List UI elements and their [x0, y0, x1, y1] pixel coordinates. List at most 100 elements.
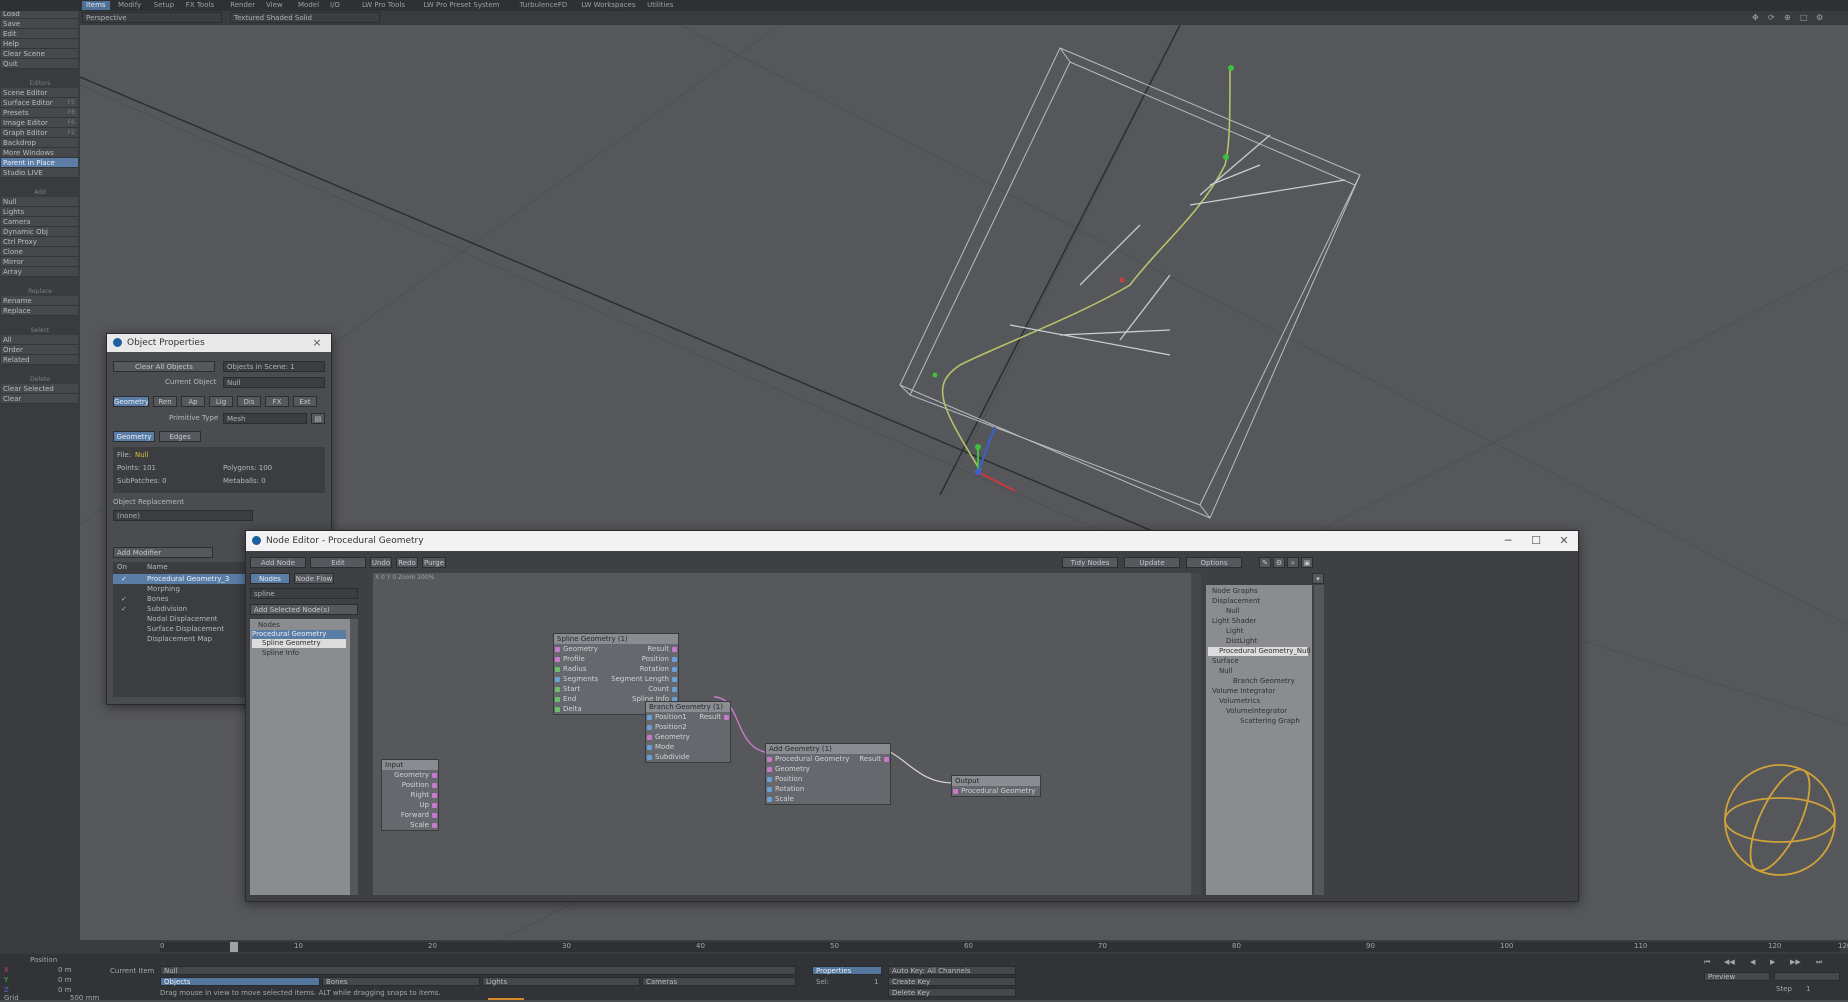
node-port-row[interactable]: Segments Segment Length [554, 674, 678, 684]
toolbar-button[interactable]: Help [1, 39, 78, 49]
node-port-row[interactable]: Geometry [766, 764, 890, 774]
node-port-row[interactable]: Up [382, 800, 438, 810]
top-tab[interactable]: Utilities [643, 1, 677, 10]
output-port[interactable] [884, 757, 889, 762]
input-port[interactable] [767, 797, 772, 802]
object-replacement-select[interactable]: (none) [113, 510, 253, 521]
graph-tree-item[interactable]: Surface [1208, 657, 1308, 666]
toolbar-button[interactable]: Clone [1, 247, 78, 257]
modifier-list[interactable]: On Name ✓ Procedural Geometry_3 Morphing ✓ B… [113, 562, 253, 697]
node-port-row[interactable]: Geometry [646, 732, 730, 742]
node-title[interactable]: Input [382, 760, 438, 770]
rotate-icon[interactable]: ⟳ [1768, 13, 1775, 22]
viewport-controls[interactable]: ✥ ⟳ ⊕ □ ⚙ [1752, 13, 1842, 23]
toolbar-button[interactable]: Quit [1, 59, 78, 69]
object-properties-titlebar[interactable]: Object Properties × [107, 334, 331, 352]
filter-bones[interactable]: Bones [322, 977, 480, 986]
node-port-row[interactable]: Position2 [646, 722, 730, 732]
graph-tree-item[interactable]: Displacement [1208, 597, 1308, 606]
input-port[interactable] [555, 707, 560, 712]
node-library-tab[interactable]: Nodes [250, 573, 290, 584]
minimize-icon[interactable]: ─ [1494, 531, 1522, 551]
graph-tree-item[interactable]: Volume Integrator [1208, 687, 1308, 696]
modifier-row[interactable]: ✓ Bones [113, 594, 253, 604]
input-port[interactable] [647, 725, 652, 730]
toolbar-button[interactable]: Clear Selected [1, 384, 78, 394]
node-library-tree[interactable]: Nodes Procedural Geometry Spline Geometr… [250, 619, 350, 895]
next-key-icon[interactable]: ▶▶ [1790, 958, 1801, 966]
toolbar-button[interactable]: Related [1, 355, 78, 365]
filter-lights[interactable]: Lights [482, 977, 640, 986]
filter-objects[interactable]: Objects [160, 977, 320, 986]
node-port-row[interactable]: Rotation [766, 784, 890, 794]
modifier-row[interactable]: ✓ Procedural Geometry_3 [113, 574, 253, 584]
toolbar-button[interactable]: Dynamic Obj [1, 227, 78, 237]
modifier-row[interactable]: Surface Displacement [113, 624, 253, 634]
graph-tree-item[interactable]: Null [1208, 607, 1308, 616]
canvas-scrollbar[interactable] [1191, 573, 1201, 895]
node-title[interactable]: Branch Geometry (1) [646, 702, 730, 712]
node-port-row[interactable]: Position1 Result [646, 712, 730, 722]
top-tab[interactable]: LW Workspaces [577, 1, 639, 10]
toolbar-button[interactable]: Edit [1, 29, 78, 39]
output-port[interactable] [724, 715, 729, 720]
node-port-row[interactable]: Scale [766, 794, 890, 804]
filter-cameras[interactable]: Cameras [642, 977, 796, 986]
output-port[interactable] [672, 657, 677, 662]
node-toolbar-button[interactable]: Edit [310, 557, 366, 568]
modifier-row[interactable]: Morphing [113, 584, 253, 594]
node-port-row[interactable]: Forward [382, 810, 438, 820]
zoom-icon[interactable]: ⊕ [1784, 13, 1791, 22]
property-tab[interactable]: Ext [293, 396, 317, 407]
input-port[interactable] [647, 715, 652, 720]
input-port[interactable] [555, 667, 560, 672]
node-toolbar-button[interactable]: Tidy Nodes [1062, 557, 1118, 568]
toolbar-button[interactable]: Clear Scene [1, 49, 78, 59]
shading-mode-select[interactable]: Textured Shaded Solid [230, 12, 380, 23]
node-toolbar-button[interactable]: Options [1186, 557, 1242, 568]
top-tab[interactable]: Items [82, 1, 110, 10]
property-tab[interactable]: Ap [181, 396, 205, 407]
input-port[interactable] [953, 789, 958, 794]
node-toolbar-button[interactable]: Purge [422, 557, 446, 568]
toolbar-button[interactable]: Save [1, 19, 78, 29]
node-port-row[interactable]: Right [382, 790, 438, 800]
property-tab[interactable]: Ren [153, 396, 177, 407]
node-toolbar-button[interactable]: Add Node [250, 557, 306, 568]
top-tab[interactable]: TurbulenceFD [516, 1, 572, 10]
toolbar-button[interactable]: Ctrl Proxy [1, 237, 78, 247]
node-add-geometry[interactable]: Add Geometry (1) Procedural Geometry Resul… [765, 743, 891, 805]
modifier-row[interactable]: ✓ Subdivision [113, 604, 253, 614]
toolbar-button[interactable]: Presets F8 [1, 108, 78, 118]
timeline[interactable]: 0 10 20 30 40 50 60 70 80 90 100 110 120 120 [80, 940, 1848, 954]
node-port-row[interactable]: Geometry Result [554, 644, 678, 654]
prev-key-icon[interactable]: ◀◀ [1724, 958, 1735, 966]
node-port-row[interactable]: Radius Rotation [554, 664, 678, 674]
graph-tree-item[interactable]: DistLight [1208, 637, 1308, 646]
settings-icon[interactable]: ⚙ [1816, 13, 1823, 22]
geometry-subtab[interactable]: Edges [159, 431, 201, 442]
node-toolbar-button[interactable]: Redo [396, 557, 418, 568]
node-editor-titlebar[interactable]: Node Editor - Procedural Geometry ─ ☐ ✕ [246, 531, 1578, 551]
modifier-enabled-check[interactable]: ✓ [121, 595, 127, 603]
x-value[interactable]: 0 m [58, 966, 72, 974]
graph-tree-item[interactable]: Node Graphs [1208, 587, 1308, 596]
top-tab[interactable]: LW Pro Preset System [420, 1, 504, 10]
top-tab[interactable]: Modify [114, 1, 145, 10]
output-port[interactable] [432, 783, 437, 788]
top-tab[interactable]: Render [226, 1, 259, 10]
input-port[interactable] [555, 697, 560, 702]
dropdown-icon[interactable]: ▾ [1312, 573, 1324, 584]
tree-item-selected[interactable]: Spline Geometry [252, 639, 346, 648]
edit-icon[interactable]: ✎ [1259, 557, 1271, 568]
input-port[interactable] [767, 757, 772, 762]
node-output[interactable]: Output Procedural Geometry [951, 775, 1041, 797]
timeline-playhead[interactable] [230, 942, 238, 952]
top-tab[interactable]: View [262, 1, 287, 10]
current-item-select[interactable]: Null [160, 966, 796, 975]
graph-tree-item[interactable]: Volumetrics [1208, 697, 1308, 706]
tree-item-selected-category[interactable]: Procedural Geometry [252, 630, 346, 639]
node-toolbar-button[interactable]: Update [1124, 557, 1180, 568]
node-input[interactable]: Input Geometry Position Right Up Forward Scale [381, 759, 439, 831]
input-port[interactable] [555, 647, 560, 652]
